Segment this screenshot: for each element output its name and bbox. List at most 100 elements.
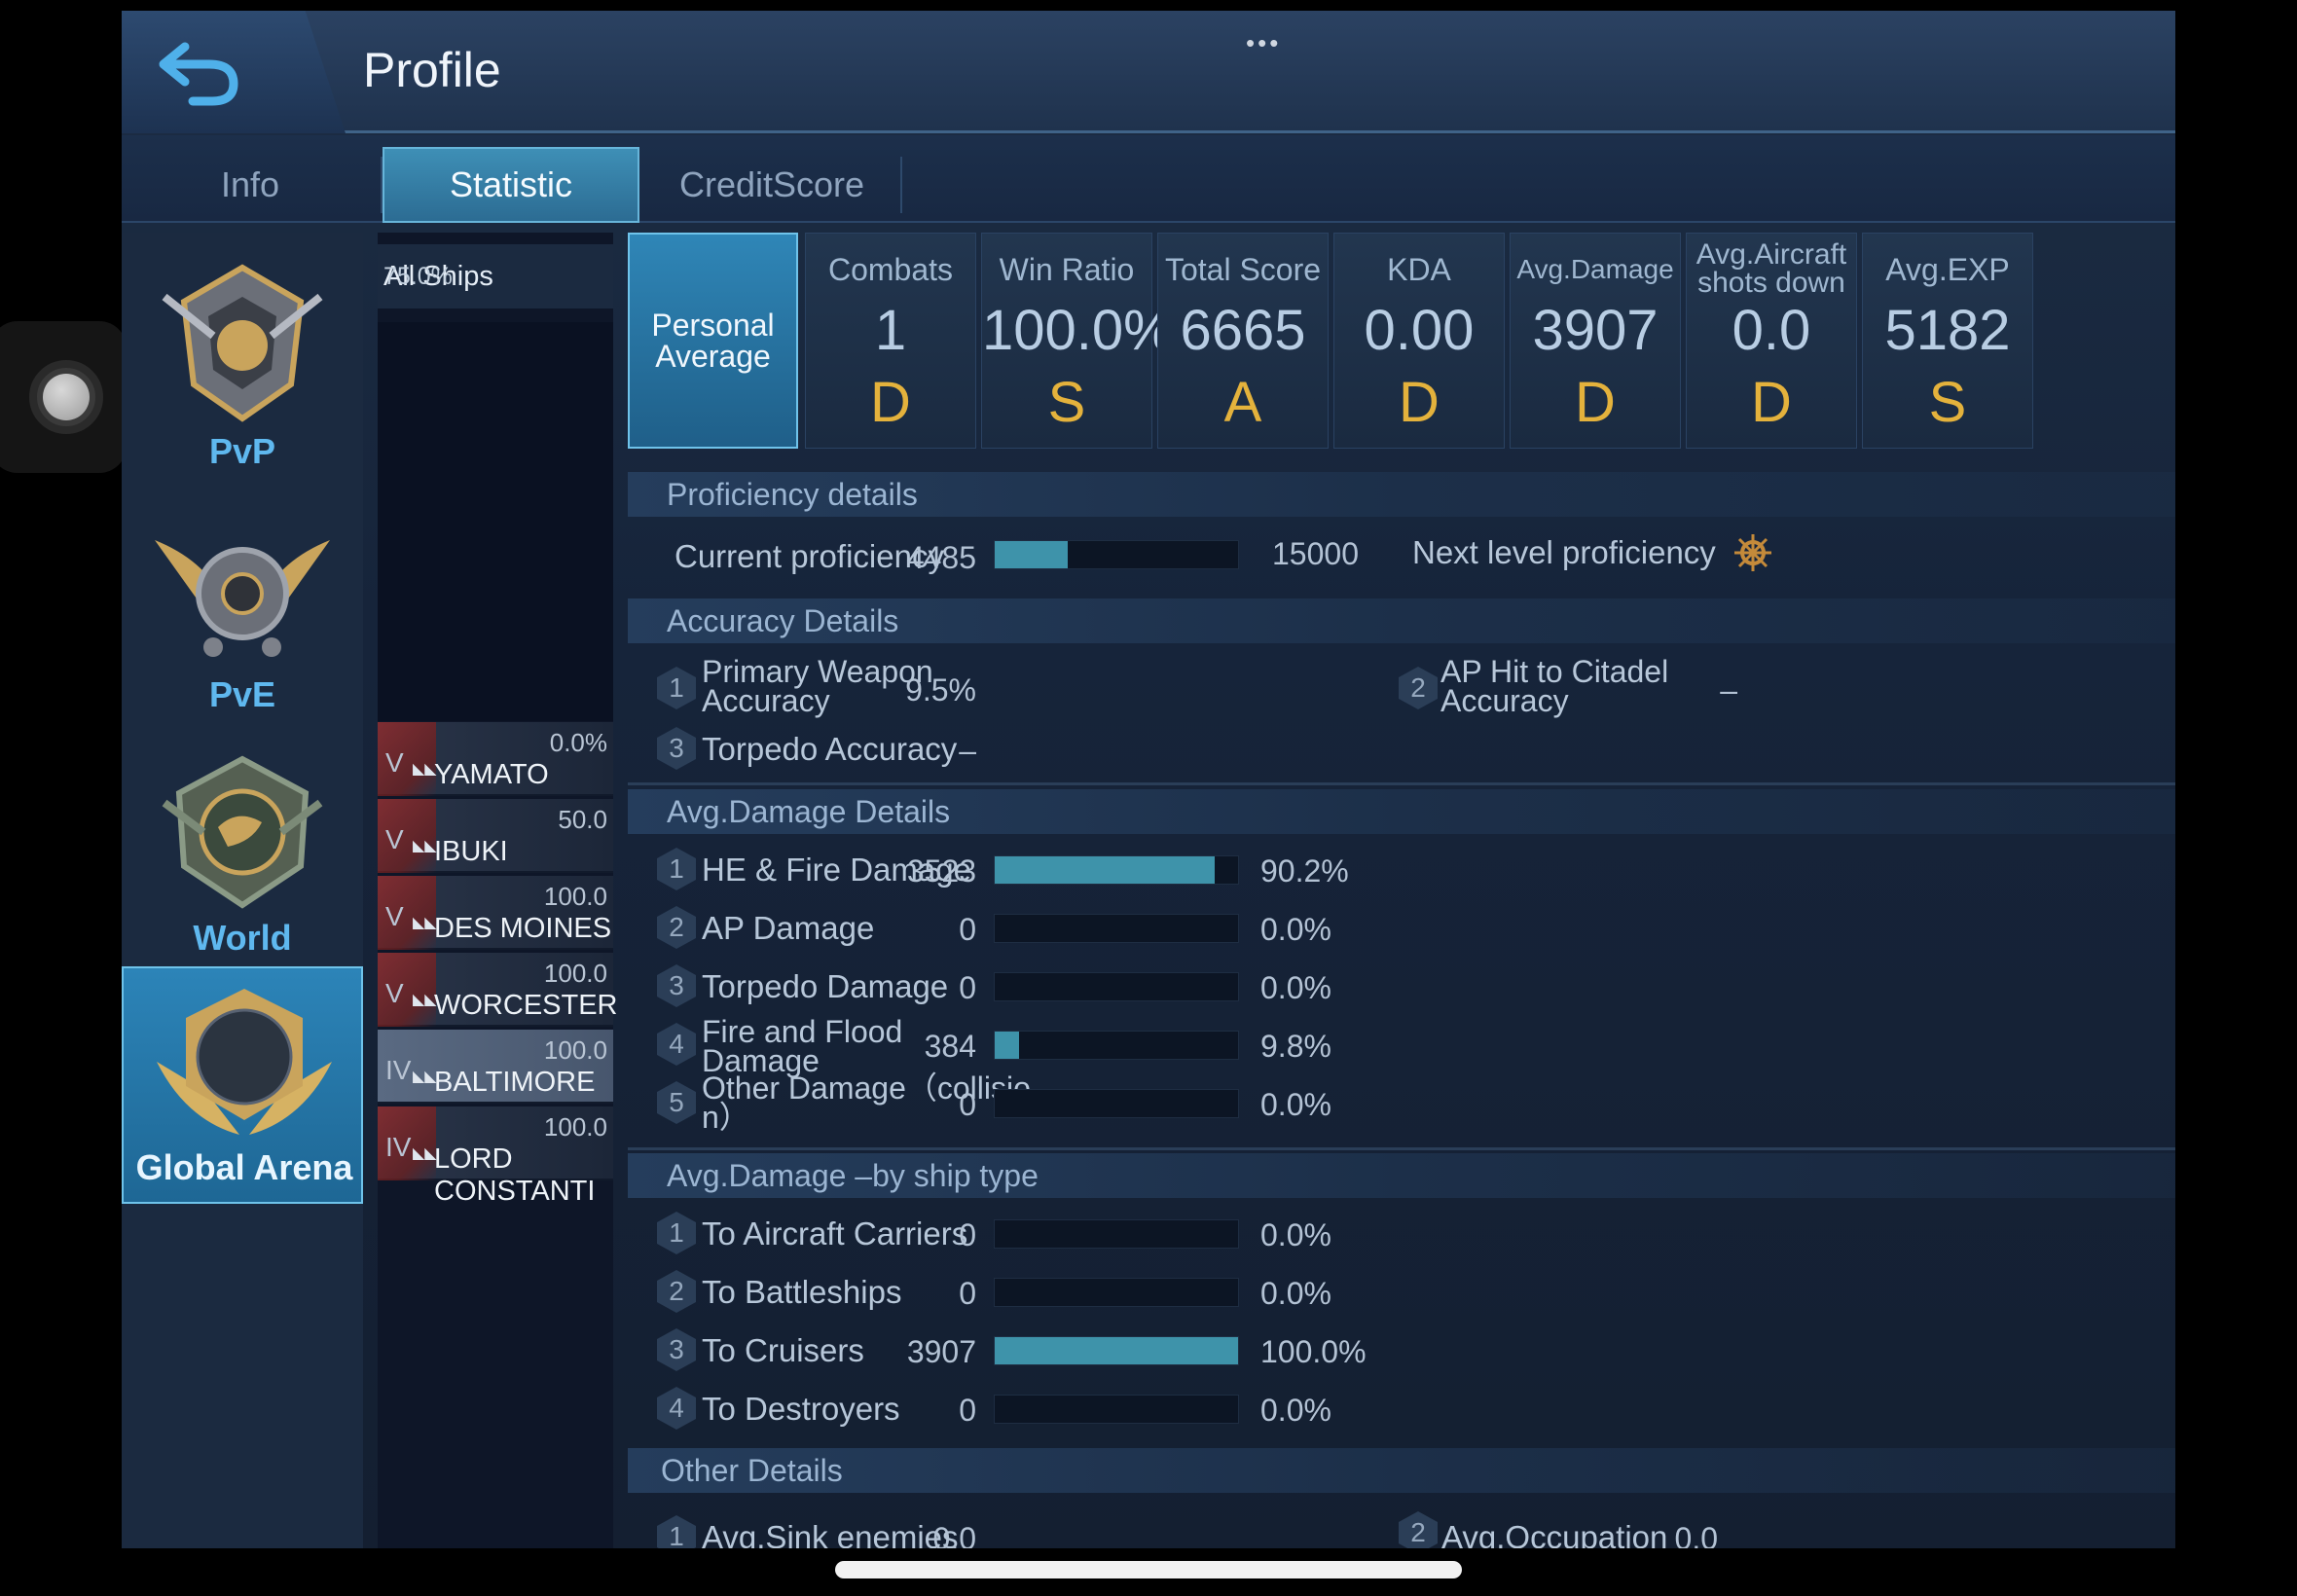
- ship-value: 100.0: [543, 1112, 607, 1142]
- ship-item-lord-constanti[interactable]: IV ◣◣ LORD CONSTANTI 100.0: [378, 1106, 613, 1207]
- mode-world[interactable]: World: [122, 739, 363, 972]
- tab-divider: [900, 157, 902, 213]
- stat-value: 1: [874, 299, 907, 362]
- tab-statistic[interactable]: Statistic: [383, 147, 639, 223]
- stat-grade: D: [870, 371, 911, 434]
- stat-label: KDA: [1387, 252, 1451, 287]
- ship-tier: V: [385, 901, 404, 931]
- by-type-bar: [994, 1278, 1239, 1307]
- proficiency-bar: [994, 540, 1239, 569]
- mode-label: PvP: [208, 431, 276, 471]
- back-arrow-icon: [159, 42, 238, 106]
- next-proficiency-value: 15000: [1272, 536, 1359, 571]
- ship-item-yamato[interactable]: V ◣◣ YAMATO 0.0%: [378, 722, 613, 796]
- header-bar: Profile: [122, 11, 2175, 133]
- by-type-pct: 100.0%: [1260, 1334, 1367, 1369]
- home-indicator[interactable]: [835, 1561, 1462, 1578]
- summary-row: Personal Average Combats 1 D Win Ratio 1…: [628, 233, 2175, 449]
- tab-bar: Info Statistic CreditScore: [122, 135, 2175, 223]
- mode-label: World: [193, 918, 292, 958]
- ship-item-baltimore[interactable]: IV ◣◣ BALTIMORE 100.0: [378, 1030, 613, 1104]
- assistive-touch-button[interactable]: [0, 321, 127, 473]
- ship-tier: IV: [385, 1132, 412, 1162]
- row-number-badge: 1: [657, 1515, 696, 1548]
- stat-grade: D: [1751, 371, 1792, 434]
- stat-label: Total Score: [1164, 252, 1322, 287]
- pvp-emblem-icon: [162, 264, 323, 422]
- damage-pct: 90.2%: [1260, 853, 1349, 889]
- current-proficiency-value: 4485: [906, 540, 976, 575]
- ship-type-icon: ◣◣: [413, 992, 437, 1008]
- by-type-value: 3907: [906, 1334, 976, 1369]
- damage-value: 0: [959, 970, 976, 1005]
- stat-value: 0.00: [1364, 299, 1475, 362]
- statistic-panel: Personal Average Combats 1 D Win Ratio 1…: [628, 233, 2175, 1548]
- row-number-badge: 2: [657, 1270, 696, 1313]
- ship-name: YAMATO: [434, 759, 549, 790]
- ship-name: WORCESTER: [434, 990, 618, 1021]
- ship-name: IBUKI: [434, 836, 508, 867]
- stat-kda: KDA 0.00 D: [1333, 233, 1505, 449]
- proficiency-bar-fill: [995, 541, 1068, 568]
- pve-emblem-icon: [155, 540, 330, 657]
- ship-tier: V: [385, 747, 404, 778]
- more-dots-icon[interactable]: •••: [1246, 28, 1281, 58]
- ship-value: 0.0%: [549, 728, 607, 757]
- ship-value: 100.0: [543, 882, 607, 911]
- world-emblem-icon: [162, 755, 323, 909]
- tab-divider: [381, 157, 383, 213]
- stat-value: 0.0: [1732, 299, 1811, 362]
- damage-value: 3523: [906, 853, 976, 889]
- mode-sidebar: PvP PvE World Global Arena: [122, 233, 363, 1548]
- ship-item-des-moines[interactable]: V ◣◣ DES MOINES 100.0: [378, 876, 613, 950]
- other-value: 0.0: [1674, 1521, 1718, 1548]
- damage-pct: 9.8%: [1260, 1029, 1331, 1064]
- row-number-badge: 1: [657, 667, 696, 709]
- damage-value: 0: [959, 1087, 976, 1122]
- stat-grade: D: [1575, 371, 1616, 434]
- stat-value: 100.0%: [982, 299, 1174, 362]
- by-type-pct: 0.0%: [1260, 1217, 1331, 1252]
- stat-total-score: Total Score 6665 A: [1157, 233, 1329, 449]
- stat-grade: A: [1223, 371, 1262, 434]
- all-ships-value: 75.0%: [383, 262, 453, 290]
- damage-bar: [994, 972, 1239, 1001]
- by-type-value: 0: [959, 1217, 976, 1252]
- tab-creditscore[interactable]: CreditScore: [643, 147, 900, 223]
- back-button[interactable]: [122, 11, 346, 133]
- damage-pct: 0.0%: [1260, 1087, 1331, 1122]
- section-proficiency-header: Proficiency details: [628, 472, 2175, 517]
- ship-item-ibuki[interactable]: V ◣◣ IBUKI 50.0: [378, 799, 613, 873]
- all-ships-item[interactable]: All Ships 75.0%: [378, 244, 613, 308]
- section-divider: [628, 1147, 2175, 1150]
- mode-global-arena[interactable]: Global Arena: [122, 966, 363, 1204]
- accuracy-value: –: [1720, 672, 1737, 707]
- damage-bar-fill: [995, 1032, 1019, 1059]
- row-number-badge: 3: [657, 1328, 696, 1371]
- tab-info[interactable]: Info: [122, 147, 379, 223]
- section-accuracy-header: Accuracy Details: [628, 598, 2175, 643]
- personal-average-toggle[interactable]: Personal Average: [628, 233, 798, 449]
- ship-value: 100.0: [543, 1035, 607, 1065]
- mode-pve[interactable]: PvE: [122, 495, 363, 729]
- section-divider: [628, 782, 2175, 785]
- stat-win-ratio: Win Ratio 100.0% S: [981, 233, 1174, 449]
- ship-list-empty-area: [378, 322, 613, 721]
- section-other-header: Other Details: [628, 1448, 2175, 1493]
- ship-item-worcester[interactable]: V ◣◣ WORCESTER 100.0: [378, 953, 618, 1027]
- ship-tier: V: [385, 824, 404, 854]
- stat-label: Combats: [827, 252, 954, 287]
- by-type-value: 0: [959, 1276, 976, 1311]
- damage-label: Other Damage（collision）: [702, 1070, 1031, 1136]
- by-type-label: To Cruisers: [702, 1332, 864, 1368]
- ship-value: 100.0: [543, 959, 607, 988]
- page-title: Profile: [363, 43, 501, 97]
- row-number-badge: 2: [657, 906, 696, 949]
- row-number-badge: 2: [1399, 667, 1438, 709]
- stat-avg-aircraft-shots-down: Avg.Aircraft shots down 0.0 D: [1686, 233, 1857, 449]
- ship-type-icon: ◣◣: [413, 1069, 437, 1085]
- row-number-badge: 1: [657, 1212, 696, 1254]
- mode-pvp[interactable]: PvP: [122, 252, 363, 486]
- ship-list: All Ships 75.0% V ◣◣ YAMATO 0.0% V ◣◣ IB…: [378, 233, 618, 1548]
- ship-wheel-icon[interactable]: [1732, 532, 1773, 573]
